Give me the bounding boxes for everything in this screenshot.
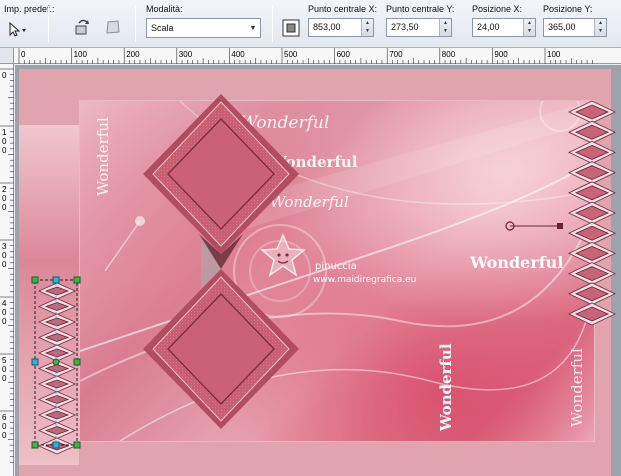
small-diamond [567,140,617,164]
watermark-name: pinuccia [315,261,357,272]
wonderful-text-vertical: Wonderful [94,117,112,196]
center-y-input[interactable]: 273,50 ▲ ▼ [386,18,452,37]
pos-x-input[interactable]: 24,00 ▲ ▼ [472,18,536,37]
small-diamond [567,201,617,225]
tool-options-toolbar: Imp. predef.: Modalità: Scala ▼ Punto ce… [0,0,621,48]
spin-down-icon[interactable]: ▼ [527,29,532,34]
watermark-url: www.maidiregrafica.eu [313,275,417,285]
spin-down-icon[interactable]: ▼ [365,29,370,34]
center-x-value: 853,00 [313,22,341,32]
mode-select-value: Scala [151,23,174,33]
ruler-corner [0,48,14,64]
pos-x-value: 24,00 [477,22,500,32]
ruler-label: 200 [126,50,140,59]
ruler-label: 900 [494,50,508,59]
small-diamond [567,161,617,185]
pos-y-value: 365,00 [548,22,576,32]
free-transform-button[interactable] [102,16,124,38]
ruler-label: 0 [21,50,26,59]
spin-down-icon[interactable]: ▼ [443,29,448,34]
ruler-label: 100 [74,50,88,59]
center-y-value: 273,50 [391,22,419,32]
toolbar-separator [272,6,273,42]
pos-x-label: Posizione X: [472,4,523,14]
ruler-label: 0 [2,137,7,146]
ruler-label: 700 [389,50,403,59]
vertical-ruler: 0100200300400500600 [0,64,14,476]
rotate-button[interactable] [72,16,94,38]
pick-tool-icon [9,21,26,37]
ruler-label: 300 [179,50,193,59]
center-y-label: Punto centrale Y: [386,4,455,14]
ruler-label: 600 [337,50,351,59]
spin-up-icon[interactable]: ▲ [365,20,370,26]
center-x-input[interactable]: 853,00 ▲ ▼ [308,18,374,37]
spin-up-icon[interactable]: ▲ [598,20,603,26]
small-diamond [567,120,617,144]
small-diamond [567,221,617,245]
horizontal-ruler-ticks: 0 100 200 300 400 500 600 700 800 900 100 [18,48,593,64]
right-diamond-chain [567,100,617,326]
image-canvas[interactable]: Wonderful Wonderful Wonderful Wonderful … [19,69,617,476]
ruler-label: 0 [2,308,7,317]
toolbar-separator [135,6,136,42]
spin-down-icon[interactable]: ▼ [598,29,603,34]
ruler-label: 4 [2,299,7,308]
ruler-label: 400 [231,50,245,59]
center-icon [282,19,300,37]
small-diamond [567,241,617,265]
ruler-label: 2 [2,185,7,194]
vertical-ruler-ticks: 0100200300400500600 [0,68,14,463]
ruler-label: 0 [2,194,7,203]
wonderful-text: Wonderful [470,253,564,272]
pos-y-input[interactable]: 365,00 ▲ ▼ [543,18,607,37]
chevron-down-icon: ▼ [249,24,257,32]
ruler-label: 0 [2,146,7,155]
ruler-label: 5 [2,356,7,365]
ruler-label: 0 [2,431,7,440]
small-diamond [567,302,617,326]
ruler-label: 0 [2,71,7,80]
mode-select[interactable]: Scala ▼ [146,18,261,38]
preset-dropdown[interactable] [4,18,30,40]
small-diamond [567,181,617,205]
spin-up-icon[interactable]: ▲ [443,20,448,26]
transform-icon [106,20,120,34]
ruler-label: 800 [442,50,456,59]
canvas-workspace[interactable]: Wonderful Wonderful Wonderful Wonderful … [15,65,621,476]
ruler-label: 0 [2,422,7,431]
ruler-label: 3 [2,242,7,251]
ruler-label: 0 [2,374,7,383]
ruler-label: 0 [2,317,7,326]
small-diamond [567,100,617,124]
ruler-label: 6 [2,413,7,422]
center-button[interactable] [280,17,302,39]
ruler-label: 0 [2,203,7,212]
toolbar-separator [48,6,49,42]
small-diamond [567,282,617,306]
pos-y-label: Posizione Y: [543,4,593,14]
horizontal-ruler: 0 100 200 300 400 500 600 700 800 900 100 [14,48,621,64]
spin-up-icon[interactable]: ▲ [527,20,532,26]
ruler-label: 0 [2,365,7,374]
ruler-label: 0 [2,260,7,269]
wonderful-text-vertical: Wonderful [568,348,586,427]
selection-bounding-box[interactable] [27,274,87,454]
ruler-label: 100 [547,50,561,59]
mode-label: Modalità: [146,4,183,14]
center-x-label: Punto centrale X: [308,4,378,14]
ruler-label: 1 [2,128,7,137]
diamond-decoration [143,94,299,429]
rotate-icon [75,19,89,35]
wonderful-text-vertical: Wonderful [437,343,455,431]
preset-label: Imp. predef.: [4,4,55,14]
small-diamond [567,262,617,286]
ruler-label: 0 [2,251,7,260]
transform-handles[interactable] [31,276,81,449]
ruler-label: 500 [284,50,298,59]
